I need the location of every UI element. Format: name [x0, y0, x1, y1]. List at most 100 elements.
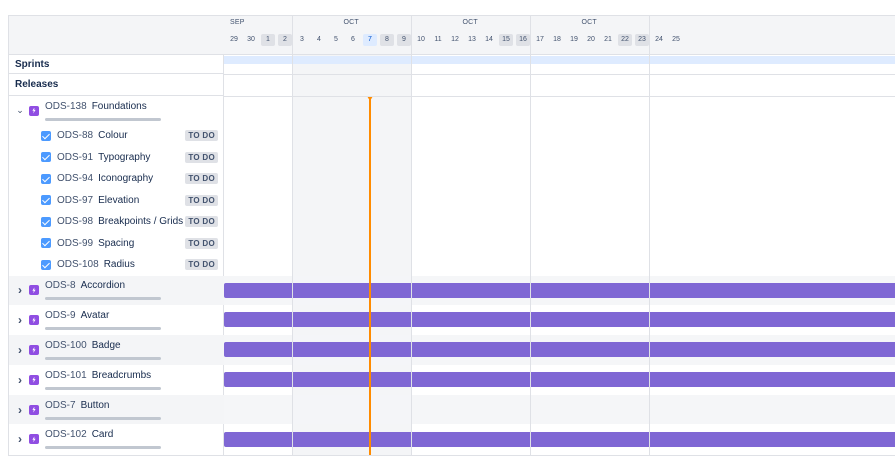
chevron-right-icon[interactable]: ›: [15, 343, 25, 357]
issue-key[interactable]: ODS-98: [57, 216, 93, 227]
child-issue-row[interactable]: ODS-97 Elevation TO DO: [9, 190, 224, 212]
epic-timeline-bar[interactable]: [224, 312, 895, 328]
issue-key[interactable]: ODS-94: [57, 173, 93, 184]
lightning-icon: [29, 315, 39, 326]
month-label: OCT: [581, 19, 597, 26]
week-divider: [649, 16, 650, 455]
day-label: 12: [451, 36, 459, 43]
epic-timeline-bar[interactable]: [224, 431, 895, 447]
epic-heading: ODS-9 Avatar: [45, 310, 161, 321]
issue-key[interactable]: ODS-91: [57, 152, 93, 163]
status-lozenge[interactable]: TO DO: [185, 194, 218, 206]
day-label: 17: [536, 36, 544, 43]
checkbox-icon: [41, 130, 51, 141]
child-issue-row[interactable]: ODS-108 Radius TO DO: [9, 254, 224, 276]
issue-key[interactable]: ODS-102: [45, 429, 87, 440]
child-issue-row[interactable]: ODS-88 Colour TO DO: [9, 125, 224, 147]
epic-timeline-bar[interactable]: [224, 342, 895, 358]
issue-key[interactable]: ODS-100: [45, 340, 87, 351]
week-divider: [411, 16, 412, 455]
checkbox-icon: [41, 152, 51, 163]
day-label: 22: [618, 34, 632, 46]
checkbox-icon: [41, 216, 51, 227]
epic-progress-bar: [45, 117, 161, 121]
child-issue-row[interactable]: ODS-91 Typography TO DO: [9, 147, 224, 169]
child-issue-row[interactable]: ODS-99 Spacing TO DO: [9, 233, 224, 255]
issue-title: Colour: [98, 130, 128, 142]
epic-row[interactable]: › ODS-7 Button: [9, 394, 224, 425]
epic-progress-bar: [45, 297, 161, 301]
epic-heading: ODS-7 Button: [45, 400, 161, 411]
sprints-row-label[interactable]: Sprints: [9, 55, 224, 74]
epic-text: ODS-7 Button: [45, 400, 161, 420]
issue-key[interactable]: ODS-97: [57, 195, 93, 206]
chevron-right-icon[interactable]: ›: [15, 313, 25, 327]
epic-row[interactable]: › ODS-101 Breadcrumbs: [9, 365, 224, 395]
issue-title: Spacing: [98, 237, 135, 249]
lightning-icon: [29, 434, 39, 445]
chevron-right-icon[interactable]: ›: [15, 283, 25, 297]
day-label: 9: [397, 34, 411, 46]
issue-key[interactable]: ODS-101: [45, 370, 87, 381]
sprints-label: Sprints: [15, 58, 50, 70]
epic-timeline-bar[interactable]: [224, 371, 895, 387]
issue-title: Accordion: [80, 280, 126, 292]
releases-row-label[interactable]: Releases: [9, 74, 224, 96]
epic-heading: ODS-100 Badge: [45, 340, 161, 351]
day-label: 24: [655, 36, 663, 43]
current-week-band: [292, 16, 411, 455]
epic-heading: ODS-102 Card: [45, 429, 161, 440]
epic-progress-bar: [45, 386, 161, 390]
issue-key[interactable]: ODS-7: [45, 400, 76, 411]
issue-title: Button: [80, 399, 110, 411]
sprint-bar[interactable]: [224, 56, 895, 64]
epic-timeline-bar[interactable]: [224, 282, 895, 298]
day-label: 16: [516, 34, 530, 46]
chevron-right-icon[interactable]: ›: [15, 403, 25, 417]
status-lozenge[interactable]: TO DO: [185, 130, 218, 142]
child-issue-row[interactable]: ODS-94 Iconography TO DO: [9, 168, 224, 190]
day-label: 5: [334, 36, 338, 43]
lightning-icon: [29, 374, 39, 385]
status-lozenge[interactable]: TO DO: [185, 151, 218, 163]
roadmap-issue-list: Sprints Releases ⌄ ODS-138 Foundations ODS-…: [9, 16, 224, 455]
status-lozenge[interactable]: TO DO: [185, 237, 218, 249]
issue-key[interactable]: ODS-88: [57, 130, 93, 141]
lightning-icon: [29, 105, 39, 116]
status-lozenge[interactable]: TO DO: [185, 173, 218, 185]
epic-row[interactable]: ⌄ ODS-138 Foundations: [9, 96, 224, 125]
issue-title: Card: [91, 429, 114, 441]
chevron-right-icon[interactable]: ›: [15, 373, 25, 387]
roadmap-timeline: SEP 29 30 1 2 OCT 3 4 5 6 7 8 9 OCT 10 11 12 13 14 15 16 OCT 1…: [224, 16, 895, 455]
day-label: 18: [553, 36, 561, 43]
day-label: 23: [635, 34, 649, 46]
day-label: 4: [317, 36, 321, 43]
day-label: 1: [261, 34, 275, 46]
epic-heading: ODS-8 Accordion: [45, 280, 161, 291]
epic-row[interactable]: › ODS-100 Badge: [9, 335, 224, 365]
lightning-icon: [29, 285, 39, 296]
issue-key[interactable]: ODS-9: [45, 310, 76, 321]
issue-key[interactable]: ODS-99: [57, 238, 93, 249]
list-header: [9, 16, 224, 55]
issue-key[interactable]: ODS-8: [45, 280, 76, 291]
status-lozenge[interactable]: TO DO: [185, 259, 218, 271]
epic-row[interactable]: › ODS-102 Card: [9, 425, 224, 455]
issue-key[interactable]: ODS-138: [45, 101, 87, 112]
issue-title: Typography: [98, 151, 151, 163]
epic-heading: ODS-138 Foundations: [45, 101, 161, 112]
status-lozenge[interactable]: TO DO: [185, 216, 218, 228]
child-issue-row[interactable]: ODS-98 Breakpoints / Grids TO DO: [9, 211, 224, 233]
chevron-down-icon[interactable]: ⌄: [15, 105, 25, 116]
epic-progress-bar: [45, 356, 161, 360]
day-label: 19: [570, 36, 578, 43]
epic-text: ODS-138 Foundations: [45, 101, 161, 121]
issue-key[interactable]: ODS-108: [57, 259, 99, 270]
timeline-row-shade: [224, 394, 895, 425]
epic-text: ODS-101 Breadcrumbs: [45, 370, 161, 390]
day-label: 20: [587, 36, 595, 43]
lightning-icon: [29, 344, 39, 355]
epic-row[interactable]: › ODS-9 Avatar: [9, 305, 224, 335]
chevron-right-icon[interactable]: ›: [15, 432, 25, 446]
epic-row[interactable]: › ODS-8 Accordion: [9, 275, 224, 306]
